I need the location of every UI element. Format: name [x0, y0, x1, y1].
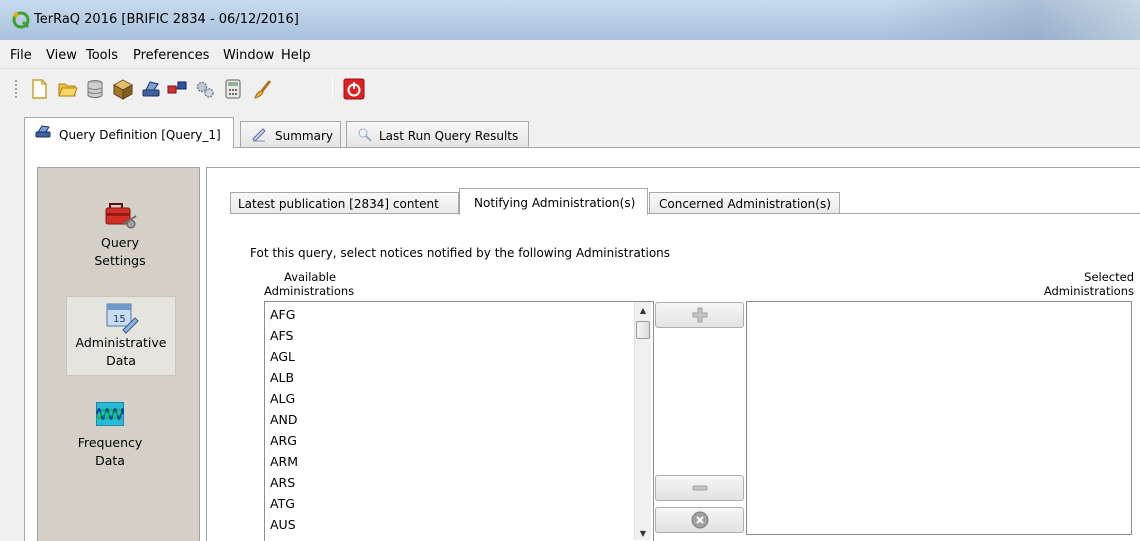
- svg-text:15: 15: [113, 314, 126, 325]
- menu-bar: File View Tools Preferences Window Help: [0, 40, 1140, 69]
- brush-icon[interactable]: [252, 78, 274, 100]
- toolbar: [0, 70, 1140, 106]
- title-bar: TerRaQ 2016 [BRIFIC 2834 - 06/12/2016]: [0, 0, 1140, 40]
- add-administration-button[interactable]: [655, 302, 744, 328]
- pen-icon: [252, 128, 266, 142]
- plus-icon: [692, 307, 707, 323]
- list-item[interactable]: ARS: [270, 475, 295, 490]
- toolbar-separator: [332, 78, 333, 100]
- selected-label-line: Administrations: [1043, 284, 1134, 298]
- subtab-label: Notifying Administration(s): [474, 196, 636, 210]
- clear-icon: [691, 511, 708, 529]
- list-item[interactable]: ARG: [270, 433, 297, 448]
- subtab-label: Concerned Administration(s): [659, 197, 831, 211]
- sidebar-item-label: Administrative: [75, 335, 167, 350]
- list-item[interactable]: AGL: [270, 349, 295, 364]
- window-title: TerRaQ 2016 [BRIFIC 2834 - 06/12/2016]: [34, 12, 299, 27]
- sidebar-item-label: Settings: [94, 253, 146, 268]
- menu-window[interactable]: Window: [223, 48, 274, 63]
- query-icon: [35, 125, 51, 138]
- tab-query-definition[interactable]: Query Definition [Query_1]: [24, 117, 234, 148]
- list-item[interactable]: ARM: [270, 454, 298, 469]
- tab-summary[interactable]: Summary: [240, 121, 341, 147]
- selected-administrations-list[interactable]: [746, 301, 1132, 535]
- available-label-line: Available: [284, 270, 337, 284]
- list-item[interactable]: ALB: [270, 370, 294, 385]
- sidebar-item-label: Data: [106, 353, 136, 368]
- new-icon[interactable]: [28, 78, 50, 100]
- tab-last-run-query-results-label: Last Run Query Results: [379, 129, 519, 143]
- list-item[interactable]: AFS: [270, 328, 293, 343]
- waveform-icon: [96, 402, 124, 426]
- subtab-divider: [230, 213, 1140, 214]
- toolbox-icon: [105, 203, 137, 229]
- subtab-concerned-administrations[interactable]: Concerned Administration(s): [649, 192, 840, 214]
- list-item[interactable]: AND: [270, 412, 298, 427]
- subtab-notifying-administrations[interactable]: Notifying Administration(s): [459, 188, 648, 215]
- package-icon[interactable]: [112, 78, 134, 100]
- sidebar-item-query-settings[interactable]: Query Settings: [65, 194, 175, 270]
- sidebar-item-label: Frequency: [77, 435, 143, 450]
- minus-icon: [692, 485, 707, 491]
- scroll-thumb[interactable]: [636, 321, 650, 339]
- list-item[interactable]: AUS: [270, 517, 296, 532]
- main-tab-bar: Query Definition [Query_1] Summary Last …: [0, 113, 1140, 148]
- available-list-scrollbar[interactable]: ▲ ▼: [634, 302, 651, 540]
- network-icon[interactable]: [166, 78, 188, 100]
- app-logo-icon: [12, 11, 30, 29]
- tab-summary-label: Summary: [275, 129, 333, 143]
- selected-label-line: Selected: [1084, 270, 1134, 284]
- sidebar-item-label: Query: [101, 235, 139, 250]
- sidebar-item-frequency-data[interactable]: Frequency Data: [55, 402, 165, 470]
- available-administrations-list[interactable]: AFG AFS AGL ALB ALG AND ARG ARM ARS ATG …: [264, 301, 654, 541]
- menu-file[interactable]: File: [10, 48, 32, 63]
- query-icon[interactable]: [140, 78, 162, 100]
- scroll-up-arrow-icon[interactable]: ▲: [635, 302, 651, 319]
- tab-last-run-query-results[interactable]: Last Run Query Results: [346, 121, 529, 147]
- search-icon: [358, 128, 372, 142]
- instruction-text: Fot this query, select notices notified …: [250, 246, 671, 260]
- toolbar-grip[interactable]: [14, 79, 18, 99]
- clear-administrations-button[interactable]: [655, 507, 744, 533]
- calculator-icon[interactable]: [222, 78, 244, 100]
- list-item[interactable]: ATG: [270, 496, 295, 511]
- gears-icon[interactable]: [194, 78, 216, 100]
- menu-preferences[interactable]: Preferences: [133, 48, 209, 63]
- open-icon[interactable]: [56, 78, 78, 100]
- menu-help[interactable]: Help: [281, 48, 311, 63]
- calendar-icon: 15: [106, 303, 139, 334]
- sidebar-item-administrative-data[interactable]: 15 Administrative Data: [66, 296, 176, 376]
- list-item[interactable]: ALG: [270, 391, 295, 406]
- list-item[interactable]: AFG: [270, 307, 295, 322]
- scroll-down-arrow-icon[interactable]: ▼: [635, 525, 651, 541]
- sidebar-item-label: Data: [95, 453, 125, 468]
- menu-view[interactable]: View: [46, 48, 77, 63]
- available-administrations-label: Available Administrations: [264, 270, 354, 298]
- power-icon[interactable]: [343, 78, 365, 100]
- database-icon[interactable]: [84, 78, 106, 100]
- title-bar-gloss: [880, 0, 1140, 40]
- tab-query-definition-label: Query Definition [Query_1]: [59, 128, 221, 142]
- selected-administrations-label: Selected Administrations: [1030, 270, 1134, 298]
- menu-tools[interactable]: Tools: [86, 48, 118, 63]
- subtab-label: Latest publication [2834] content: [238, 197, 439, 211]
- subtab-latest-publication[interactable]: Latest publication [2834] content: [230, 192, 459, 214]
- remove-administration-button[interactable]: [655, 475, 744, 501]
- available-label-line: Administrations: [264, 284, 355, 298]
